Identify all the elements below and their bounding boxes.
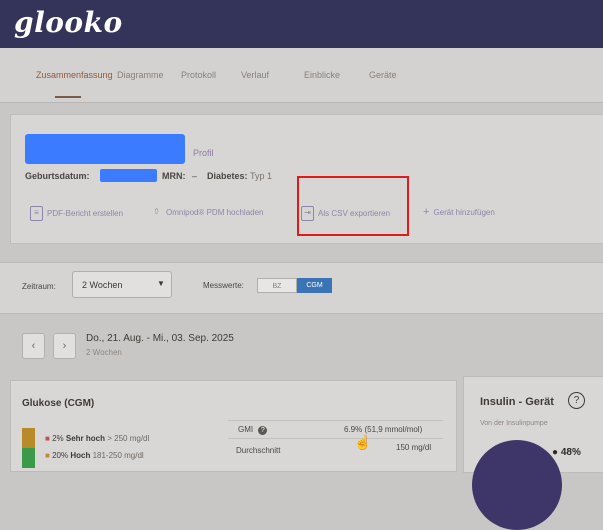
chevron-right-icon: ›	[62, 340, 67, 352]
range-value: 2 Wochen	[82, 280, 123, 290]
mrn-label: MRN:	[162, 171, 186, 181]
birthdate-label: Geburtsdatum:	[25, 171, 90, 181]
very-high-range: > 250 mg/dl	[107, 434, 150, 443]
measure-label: Messwerte:	[203, 281, 244, 290]
profile-link[interactable]: Profil	[193, 148, 214, 158]
gmi-label: GMI ?	[238, 425, 268, 435]
insulin-pie-chart	[472, 440, 562, 530]
very-high-bar	[22, 428, 35, 448]
question-icon[interactable]: ?	[258, 426, 268, 435]
file-icon: ≡	[30, 206, 43, 221]
chevron-left-icon: ‹	[31, 340, 36, 352]
gmi-value: 6.9% (51,9 mmol/mol)	[344, 425, 423, 434]
very-high-dot: ■	[45, 434, 50, 443]
diabetes-label: Diabetes:	[207, 171, 248, 181]
next-range-button[interactable]: ›	[53, 333, 76, 359]
tab-protokoll[interactable]: Protokoll	[181, 70, 216, 80]
add-device-button[interactable]: + Gerät hinzufügen	[423, 206, 495, 218]
high-bar	[22, 448, 35, 468]
upload-pdm-label: Omnipod® PDM hochladen	[166, 208, 264, 217]
very-high-row: ■ 2% Sehr hoch > 250 mg/dl	[45, 434, 149, 443]
chevron-down-icon: ▼	[157, 279, 165, 288]
tab-verlauf[interactable]: Verlauf	[241, 70, 269, 80]
very-high-label: Sehr hoch	[65, 434, 105, 443]
glucose-title: Glukose (CGM)	[22, 398, 95, 409]
measure-cgm-option[interactable]: CGM	[297, 278, 332, 293]
highlight-box	[297, 176, 409, 236]
question-icon[interactable]: ?	[568, 392, 585, 409]
active-tab-indicator	[55, 96, 81, 98]
date-range-subtext: 2 Wochen	[86, 348, 122, 357]
patient-name-redacted	[25, 134, 185, 164]
divider-2	[228, 438, 443, 439]
gmi-label-text: GMI	[238, 425, 254, 434]
range-label: Zeitraum:	[22, 282, 56, 291]
range-select[interactable]: 2 Wochen ▼	[72, 271, 172, 298]
brand-bar: glooko	[0, 0, 603, 48]
tab-geraete[interactable]: Geräte	[369, 70, 397, 80]
tab-zusammenfassung[interactable]: Zusammenfassung	[36, 70, 113, 80]
upload-pdm-button[interactable]: ⇧ Omnipod® PDM hochladen	[151, 206, 264, 219]
add-device-label: Gerät hinzufügen	[433, 207, 495, 217]
tab-diagramme[interactable]: Diagramme	[117, 70, 164, 80]
divider	[228, 420, 443, 421]
insulin-pct-value: 48%	[560, 447, 581, 458]
avg-label: Durchschnitt	[236, 446, 281, 455]
measure-bz-option[interactable]: BZ	[257, 278, 297, 293]
insulin-title: Insulin - Gerät	[480, 396, 554, 408]
pdf-report-label: PDF-Bericht erstellen	[47, 209, 124, 218]
plus-icon: +	[423, 206, 430, 218]
mrn-value: –	[192, 171, 198, 181]
insulin-pct: ● 48%	[552, 447, 581, 458]
birthdate-redacted	[100, 169, 157, 182]
very-high-pct: 2%	[52, 434, 64, 443]
date-range-text: Do., 21. Aug. - Mi., 03. Sep. 2025	[86, 333, 234, 344]
pdf-report-button[interactable]: ≡ PDF-Bericht erstellen	[30, 206, 123, 221]
tab-einblicke[interactable]: Einblicke	[304, 70, 340, 80]
upload-icon: ⇧	[153, 207, 160, 216]
insulin-subtitle: Von der Insulinpumpe	[480, 420, 548, 427]
dot-icon: ●	[552, 447, 559, 458]
tab-bar: Zusammenfassung Diagramme Protokoll Verl…	[0, 48, 603, 103]
diabetes-value: Typ 1	[250, 171, 273, 181]
avg-value: 150 mg/dl	[396, 443, 432, 452]
prev-range-button[interactable]: ‹	[22, 333, 45, 359]
glooko-logo[interactable]: glooko	[14, 6, 123, 39]
mouse-cursor-icon: ☝	[354, 434, 372, 450]
